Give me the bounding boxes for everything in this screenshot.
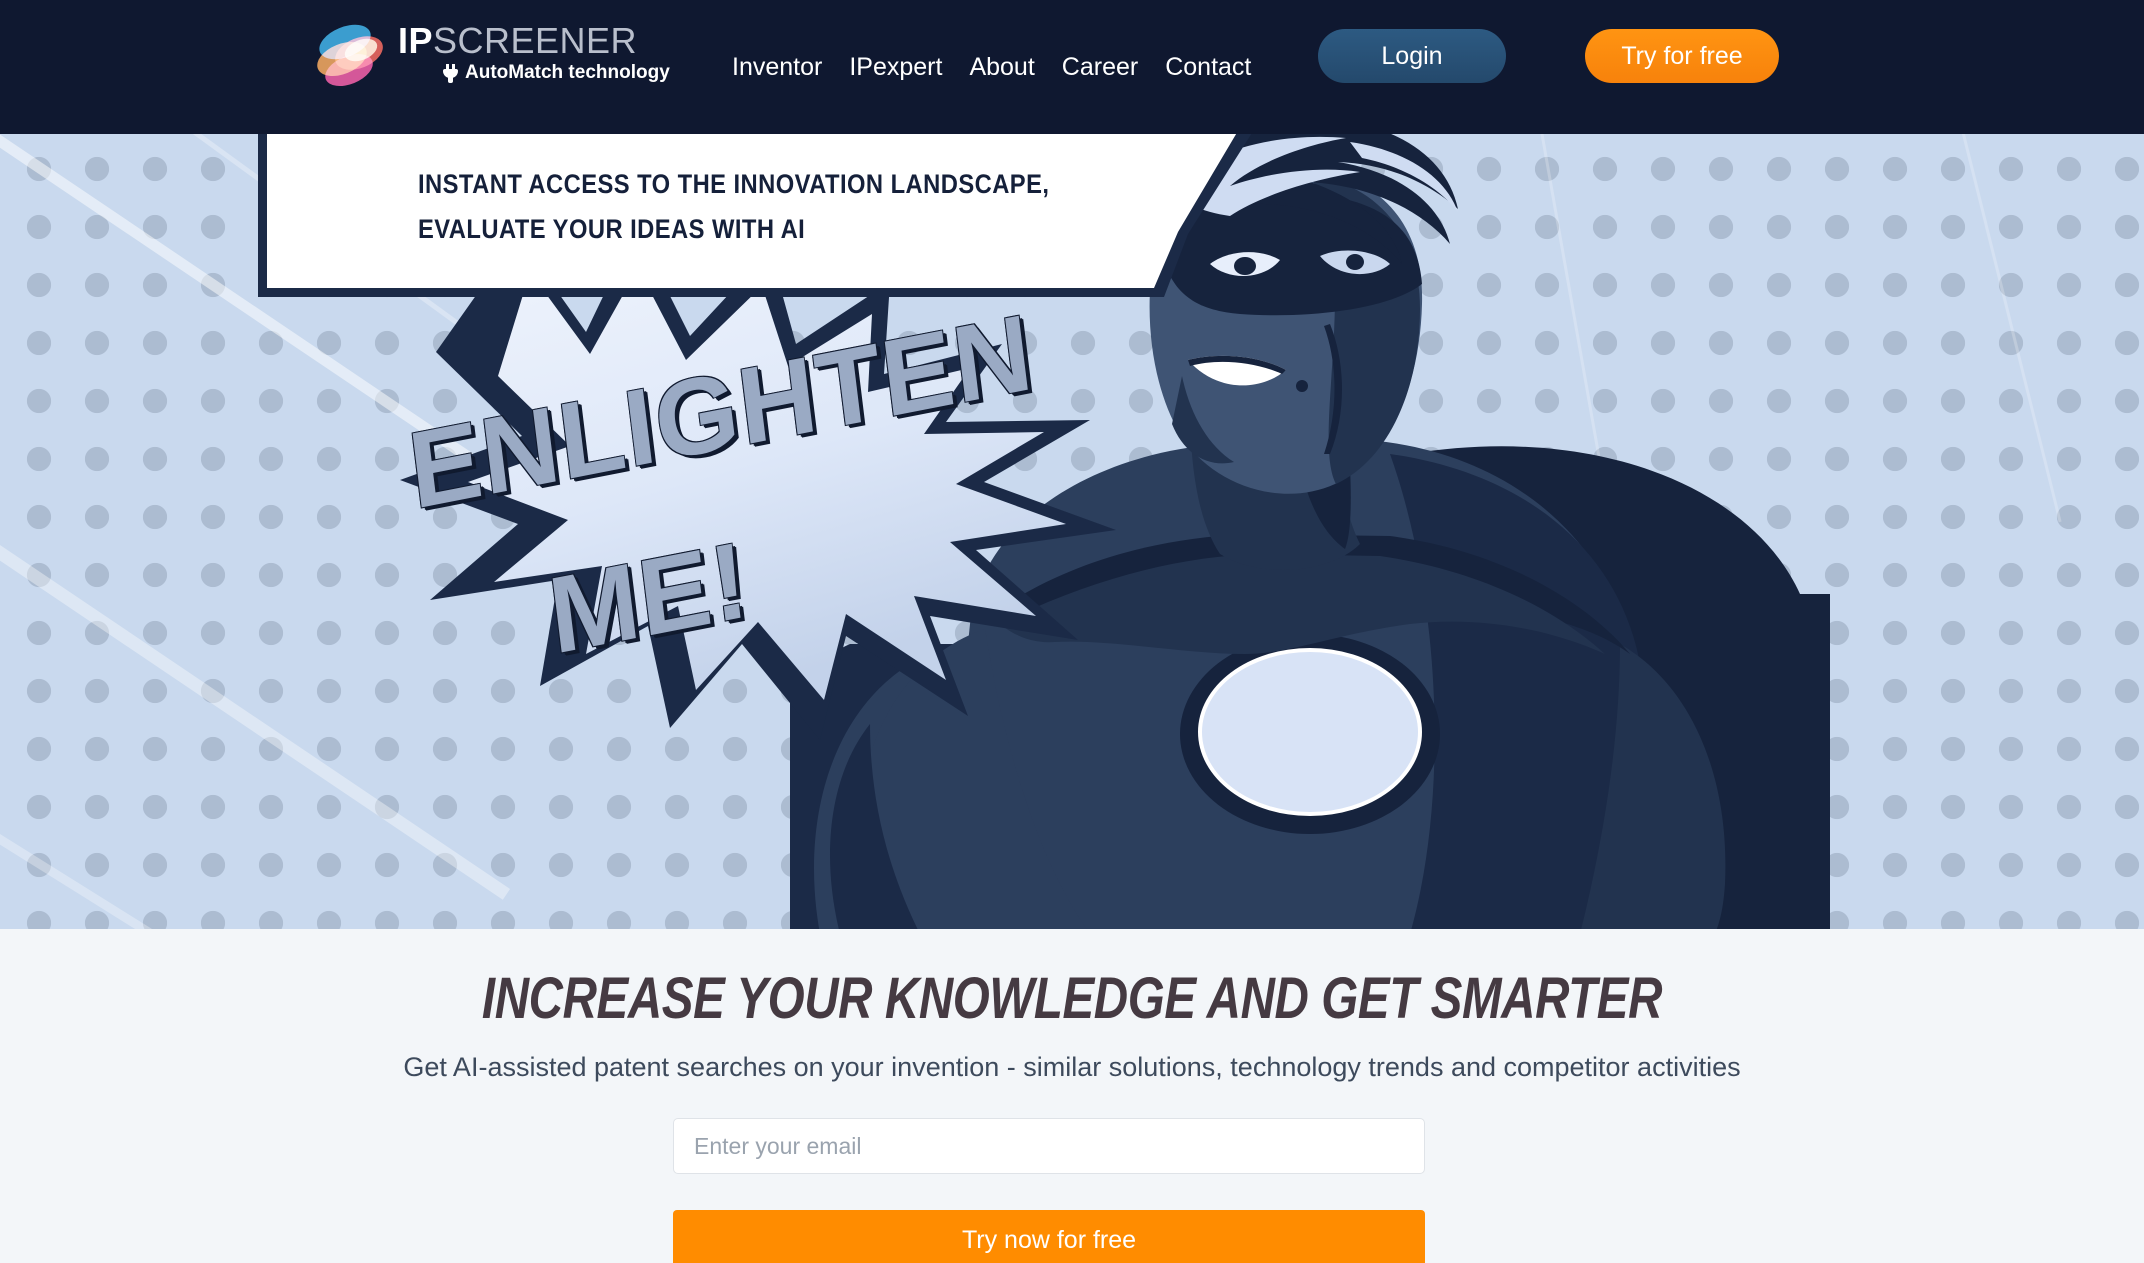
- nav-item-career[interactable]: Career: [1062, 54, 1138, 80]
- main-navigation: Inventor IPexpert About Career Contact: [732, 0, 1251, 134]
- speech-bubble: INSTANT ACCESS TO THE INNOVATION LANDSCA…: [258, 134, 1264, 299]
- hero-banner: ENLIGHTEN ME! INSTANT ACCESS TO THE INNO…: [0, 134, 2144, 929]
- try-for-free-button[interactable]: Try for free: [1585, 29, 1779, 83]
- starburst-balloon: ENLIGHTEN ME!: [390, 224, 1150, 744]
- page-title: INCREASE YOUR KNOWLEDGE AND GET SMARTER: [481, 966, 1663, 1031]
- page-subtitle: Get AI-assisted patent searches on your …: [403, 1052, 1741, 1082]
- speech-bubble-text: INSTANT ACCESS TO THE INNOVATION LANDSCA…: [418, 162, 1113, 252]
- landing-page: IPSCREENER AutoMatch technology Inventor…: [0, 0, 2144, 1263]
- speech-line-2: EVALUATE YOUR IDEAS WITH AI: [418, 214, 806, 244]
- login-button[interactable]: Login: [1318, 29, 1506, 83]
- logo-word-ip: IP: [398, 20, 434, 61]
- nav-item-about[interactable]: About: [969, 54, 1034, 80]
- email-input[interactable]: [673, 1118, 1425, 1174]
- logo-wordmark: IPSCREENER: [398, 22, 670, 60]
- logo-tagline: AutoMatch technology: [465, 62, 670, 83]
- nav-item-ipexpert[interactable]: IPexpert: [849, 54, 942, 80]
- speech-line-1: INSTANT ACCESS TO THE INNOVATION LANDSCA…: [418, 169, 1050, 199]
- nav-item-contact[interactable]: Contact: [1165, 54, 1251, 80]
- ipscreener-logo-icon: [312, 17, 388, 93]
- logo-text: IPSCREENER AutoMatch technology: [398, 22, 670, 84]
- plug-icon: [442, 63, 459, 83]
- try-now-for-free-button[interactable]: Try now for free: [673, 1210, 1425, 1263]
- site-header: IPSCREENER AutoMatch technology Inventor…: [0, 0, 2144, 134]
- nav-item-inventor[interactable]: Inventor: [732, 54, 822, 80]
- logo-word-screener: SCREENER: [433, 20, 638, 61]
- logo-tagline-row: AutoMatch technology: [442, 62, 670, 84]
- logo[interactable]: IPSCREENER AutoMatch technology: [312, 17, 670, 93]
